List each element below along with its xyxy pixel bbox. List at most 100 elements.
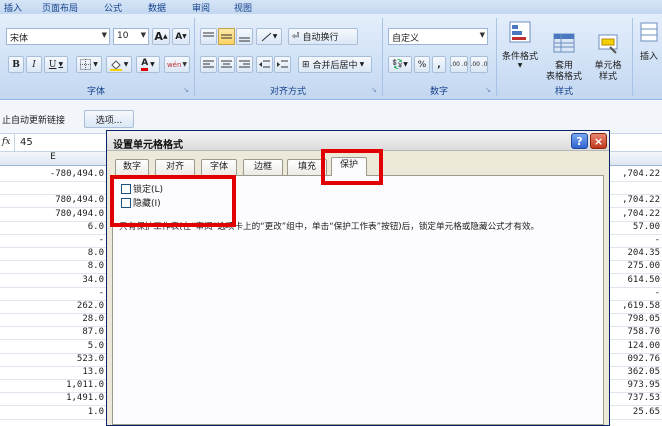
sheet-cell-right[interactable]: 737.53 <box>610 392 660 405</box>
tab-formulas[interactable]: 公式 <box>104 1 122 14</box>
tab-alignment[interactable]: 对齐 <box>155 159 195 175</box>
tab-view[interactable]: 视图 <box>234 1 252 14</box>
format-as-table-button[interactable]: 套用 表格格式 <box>542 20 586 94</box>
align-middle-button[interactable] <box>218 28 235 45</box>
font-size-select[interactable]: 10 ▼ <box>113 28 149 45</box>
number-format-select[interactable]: 自定义 ▼ <box>388 28 488 45</box>
sheet-cell-e[interactable]: 8.0 <box>0 247 104 260</box>
align-top-button[interactable] <box>200 28 217 45</box>
sheet-cell-e[interactable]: 13.0 <box>0 366 104 379</box>
formula-input[interactable]: 45 <box>20 137 33 148</box>
tab-review[interactable]: 审阅 <box>192 1 210 14</box>
accounting-format-button[interactable]: 💱 ▼ <box>388 56 412 73</box>
increase-decimal-button[interactable]: .00 .0 <box>450 56 468 73</box>
tab-border[interactable]: 边框 <box>243 159 283 175</box>
chevron-down-icon: ▼ <box>58 61 64 68</box>
alignment-dialog-launcher[interactable]: ↘ <box>368 84 380 96</box>
fill-color-button[interactable]: ▼ <box>106 56 132 73</box>
group-divider <box>382 18 383 96</box>
sheet-cell-right[interactable]: ,704.22 <box>610 208 660 221</box>
sheet-cell-e[interactable]: 28.0 <box>0 313 104 326</box>
sheet-cell-right[interactable]: 275.00 <box>610 260 660 273</box>
sheet-cell-right[interactable]: ,704.22 <box>610 168 660 181</box>
underline-button[interactable]: U ▼ <box>44 56 68 73</box>
sheet-cell-e[interactable]: 780,494.0 <box>0 194 104 207</box>
align-center-button[interactable] <box>218 56 235 73</box>
align-right-button[interactable] <box>236 56 253 73</box>
sheet-cell-right[interactable] <box>610 181 660 194</box>
tab-font[interactable]: 字体 <box>201 159 237 175</box>
number-dialog-launcher[interactable]: ↘ <box>482 84 494 96</box>
font-color-label: A <box>141 58 149 71</box>
sheet-cell-right[interactable]: 973.95 <box>610 379 660 392</box>
borders-icon <box>80 59 92 70</box>
column-header-e[interactable]: E <box>0 152 106 166</box>
sheet-cell-right[interactable]: 25.65 <box>610 406 660 419</box>
font-name-select[interactable]: 宋体 ▼ <box>6 28 110 45</box>
column-header-right[interactable] <box>610 152 662 166</box>
close-button[interactable]: × <box>590 133 607 149</box>
shrink-font-button[interactable]: A ▼ <box>172 28 190 45</box>
tab-page-layout[interactable]: 页面布局 <box>42 1 78 14</box>
increase-indent-button[interactable] <box>274 56 291 73</box>
wrap-text-button[interactable]: ⏎ 自动换行 <box>288 28 358 45</box>
sheet-cell-right[interactable]: 614.50 <box>610 274 660 287</box>
align-left-button[interactable] <box>200 56 217 73</box>
bold-button[interactable]: B <box>8 56 24 73</box>
sheet-cell-e[interactable]: - <box>0 234 104 247</box>
insert-cells-button[interactable]: 插入 <box>636 20 662 62</box>
grow-font-button[interactable]: A ▲ <box>152 28 170 45</box>
sheet-cell-right[interactable]: 798.05 <box>610 313 660 326</box>
sheet-cell-right[interactable]: - <box>610 287 660 300</box>
sheet-cell-right[interactable]: 092.76 <box>610 353 660 366</box>
cell-styles-button[interactable]: 单元格 样式 <box>588 20 628 94</box>
sheet-cell-right[interactable]: 204.35 <box>610 247 660 260</box>
sheet-cell-right[interactable]: ,704.22 <box>610 194 660 207</box>
sheet-cell-e[interactable]: 1,011.0 <box>0 379 104 392</box>
borders-button[interactable]: ▼ <box>76 56 102 73</box>
sheet-cell-e[interactable]: -780,494.0 <box>0 168 104 181</box>
sheet-cell-right[interactable]: - <box>610 234 660 247</box>
sheet-cell-e[interactable]: 780,494.0 <box>0 208 104 221</box>
sheet-cell-right[interactable]: 124.00 <box>610 340 660 353</box>
font-color-button[interactable]: A ▼ <box>136 56 160 73</box>
sheet-cell-e[interactable]: 1.0 <box>0 406 104 419</box>
sheet-cell-e[interactable]: 6.0 <box>0 221 104 234</box>
sheet-cell-e[interactable]: 523.0 <box>0 353 104 366</box>
sheet-cell-e[interactable]: 1,491.0 <box>0 392 104 405</box>
percent-style-button[interactable]: % <box>414 56 430 73</box>
tab-data[interactable]: 数据 <box>148 1 166 14</box>
sheet-cell-e[interactable]: - <box>0 287 104 300</box>
insert-cells-icon <box>640 22 658 42</box>
dialog-title-bar[interactable]: 设置单元格格式 ? × <box>107 131 609 151</box>
font-dialog-launcher[interactable]: ↘ <box>180 84 192 96</box>
fx-icon[interactable]: fx <box>2 137 10 147</box>
comma-style-button[interactable]: , <box>432 56 446 73</box>
phonetic-label: wén <box>166 60 182 69</box>
italic-button[interactable]: I <box>26 56 42 73</box>
tab-protection[interactable]: 保护 <box>331 157 367 176</box>
sheet-cell-e[interactable]: 87.0 <box>0 326 104 339</box>
sheet-cell-e[interactable] <box>0 181 104 194</box>
sheet-cell-e[interactable]: 34.0 <box>0 274 104 287</box>
orientation-button[interactable]: ▼ <box>256 28 282 45</box>
tab-insert[interactable]: 插入 <box>4 1 22 14</box>
cell-styles-label: 单元格 样式 <box>594 61 622 82</box>
sheet-cell-right[interactable]: 758.70 <box>610 326 660 339</box>
sheet-cell-e[interactable]: 262.0 <box>0 300 104 313</box>
merge-center-button[interactable]: ⊞ 合并后居中 ▼ <box>298 56 372 73</box>
help-button[interactable]: ? <box>571 133 588 149</box>
decrease-decimal-button[interactable]: .00 .0 <box>470 56 488 73</box>
sheet-cell-right[interactable]: 362.05 <box>610 366 660 379</box>
tab-number[interactable]: 数字 <box>115 159 149 175</box>
sheet-cell-right[interactable]: ,619.58 <box>610 300 660 313</box>
decrease-indent-button[interactable] <box>256 56 273 73</box>
phonetic-button[interactable]: wén ▼ <box>164 56 190 73</box>
align-top-icon <box>203 32 214 36</box>
align-bottom-button[interactable] <box>236 28 253 45</box>
sheet-cell-e[interactable]: 8.0 <box>0 260 104 273</box>
options-button[interactable]: 选项... <box>84 110 134 128</box>
conditional-format-button[interactable]: 条件格式 ▼ <box>500 20 540 69</box>
sheet-cell-right[interactable]: 57.00 <box>610 221 660 234</box>
sheet-cell-e[interactable]: 5.0 <box>0 340 104 353</box>
